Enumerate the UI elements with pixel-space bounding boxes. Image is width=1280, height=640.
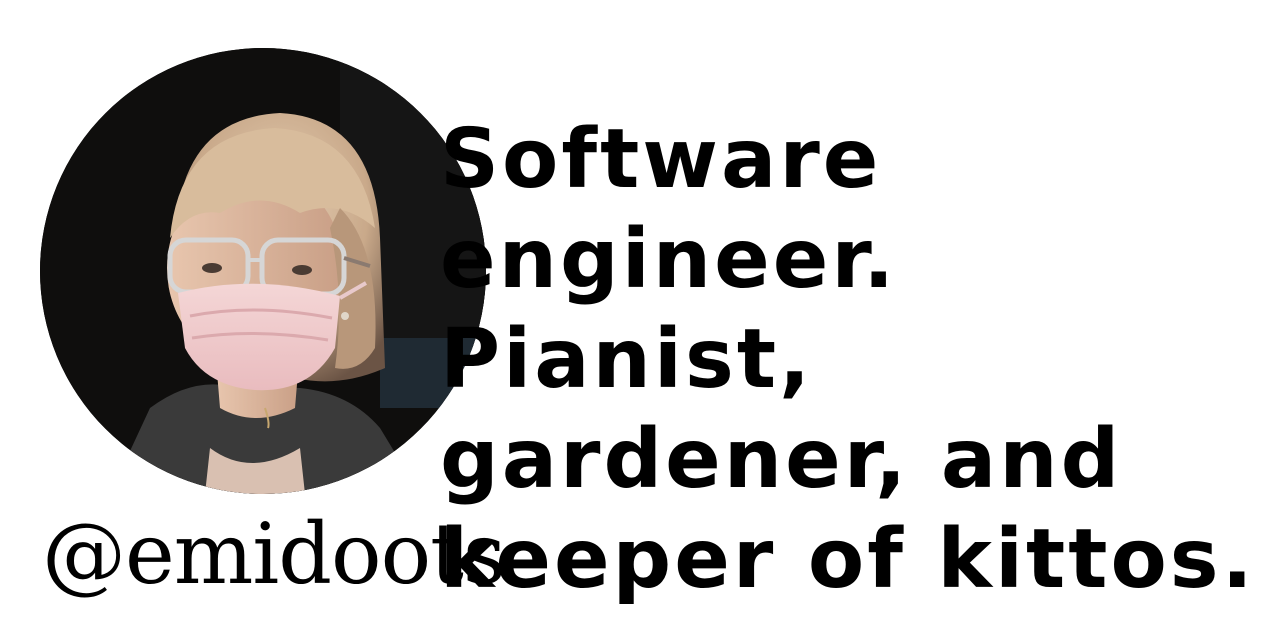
bio-line: keeper of kittos.	[440, 512, 1256, 607]
avatar	[40, 48, 486, 494]
profile-bio: Software engineer. Pianist, gardener, an…	[440, 110, 1270, 610]
profile-handle: @emidoots	[42, 505, 506, 603]
bio-line: gardener, and	[440, 412, 1123, 507]
avatar-photo	[40, 48, 486, 494]
profile-card: @emidoots Software engineer. Pianist, ga…	[0, 0, 1280, 640]
bio-line: engineer.	[440, 212, 898, 307]
bio-line: Software	[440, 112, 882, 207]
bio-line: Pianist,	[440, 312, 814, 407]
